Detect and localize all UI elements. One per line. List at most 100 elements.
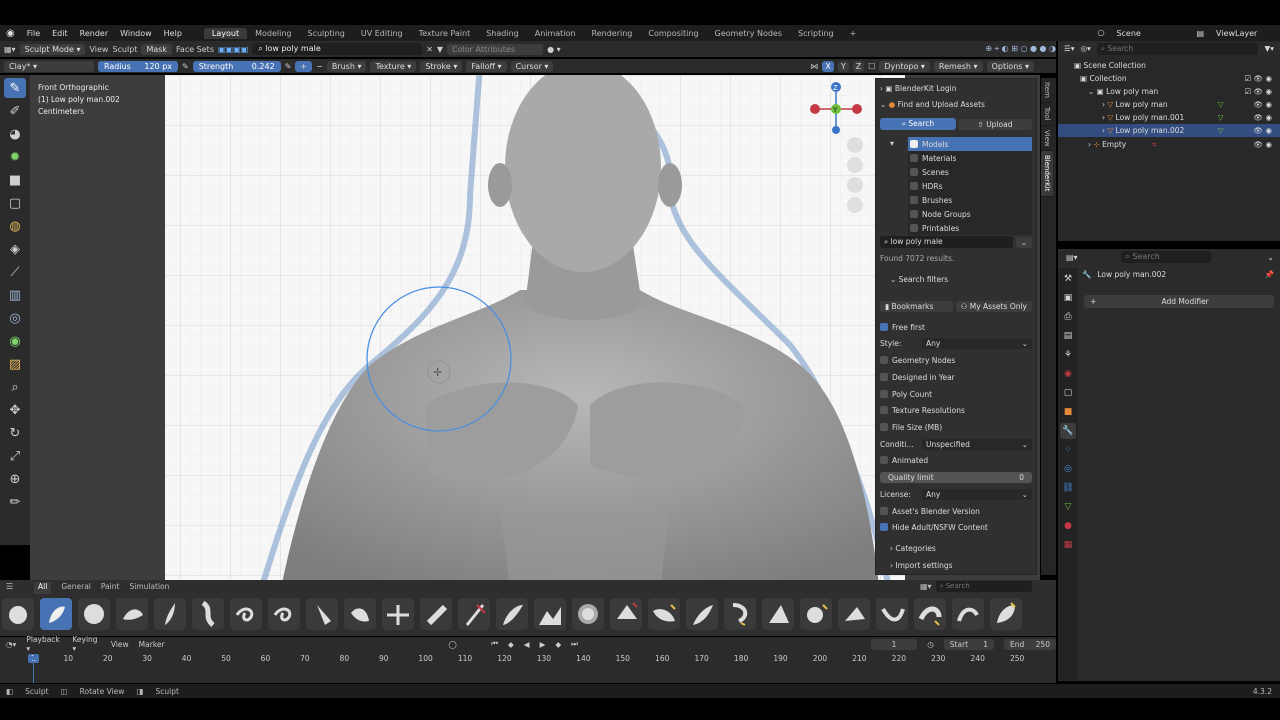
brush-grab-icon[interactable] (382, 598, 414, 630)
brush-clay-strips-icon[interactable] (78, 598, 110, 630)
tab-geometry-nodes[interactable]: Geometry Nodes (707, 28, 790, 39)
hide-box-tool-icon[interactable]: ▢ (4, 193, 26, 213)
file-size-checkbox[interactable]: File Size (MB) (880, 420, 1032, 434)
category-scenes[interactable]: Scenes (908, 165, 1032, 179)
trim-tool-icon[interactable]: ◈ (4, 239, 26, 259)
brush-thumb-icon[interactable] (876, 598, 908, 630)
header-search-input[interactable]: ⌕ low poly male (252, 43, 423, 55)
cloth-filter-tool-icon[interactable]: ◎ (4, 308, 26, 328)
current-frame-field[interactable]: 1 (870, 638, 918, 650)
tab-layout[interactable]: Layout (203, 27, 248, 39)
playhead[interactable] (33, 655, 34, 683)
prev-keyframe-button[interactable]: ◆ (508, 640, 514, 649)
shelf-menu-icon[interactable]: ☰ (0, 582, 13, 591)
import-settings-toggle[interactable]: › Import settings (880, 558, 1032, 572)
data-tab-icon[interactable]: ▽ (1060, 499, 1076, 515)
tab-blenderkit[interactable]: BlenderKit (1041, 151, 1053, 197)
rotate-tool-icon[interactable]: ↻ (4, 423, 26, 443)
outliner-row-collection[interactable]: ▣ Collection ☑ 👁 ◉ (1058, 72, 1280, 85)
play-button[interactable]: ▶ (540, 640, 546, 649)
outliner-row-low-poly-man-group[interactable]: ⌄ ▣ Low poly man ☑ 👁 ◉ (1058, 85, 1280, 98)
gizmo-x-icon[interactable] (852, 104, 862, 114)
properties-editor-icon[interactable]: ▤▾ (1066, 253, 1078, 262)
face-set-tool-icon[interactable]: ◍ (4, 216, 26, 236)
falloff-menu[interactable]: Falloff ▾ (466, 60, 507, 72)
properties-options-icon[interactable]: ⌄ (1267, 253, 1280, 262)
brush-rotate-icon[interactable] (686, 598, 718, 630)
blenderkit-login-row[interactable]: › ▣ BlenderKit Login (880, 81, 1032, 95)
timeline-view-menu[interactable]: View (111, 640, 129, 649)
asset-search-input[interactable]: ⌕ low poly male (880, 236, 1013, 248)
animated-check[interactable] (880, 456, 888, 464)
options-menu[interactable]: Options ▾ (986, 60, 1034, 72)
category-brushes[interactable]: Brushes (908, 193, 1032, 207)
outliner-editor-icon[interactable]: ☰▾ (1064, 44, 1075, 53)
shelf-view-icon[interactable]: ▦▾ (920, 582, 932, 591)
clear-search-icon[interactable]: ✕ (426, 45, 433, 54)
direction-subtract-button[interactable]: − (316, 62, 323, 71)
ortho-toggle-icon[interactable] (847, 197, 863, 213)
brush-nudge-icon[interactable] (572, 598, 604, 630)
outliner-row-scene-collection[interactable]: ▣ Scene Collection (1058, 59, 1280, 72)
texture-menu[interactable]: Texture ▾ (370, 60, 417, 72)
tab-view[interactable]: View (1041, 126, 1053, 152)
designed-year-checkbox[interactable]: Designed in Year (880, 370, 1032, 384)
categories-toggle[interactable]: › Categories (880, 541, 1032, 555)
brush-selector[interactable]: Clay* ▾ (4, 60, 94, 72)
jump-end-button[interactable]: ⏭ (571, 639, 578, 649)
brush-elastic-icon[interactable] (268, 598, 300, 630)
brush-inflate-icon[interactable] (420, 598, 452, 630)
properties-search-input[interactable]: ⌕ Search (1121, 251, 1212, 263)
brush-scrape-icon[interactable] (724, 598, 756, 630)
brush-multiplane-icon[interactable] (534, 598, 566, 630)
tab-scripting[interactable]: Scripting (790, 28, 842, 39)
tab-shading[interactable]: Shading (478, 28, 527, 39)
gizmo-x-neg-icon[interactable] (810, 104, 820, 114)
free-first-check[interactable] (880, 323, 888, 331)
symmetry-icon[interactable]: ⋈ (810, 62, 818, 71)
brush-flatten-icon[interactable] (344, 598, 376, 630)
category-models[interactable]: Models (908, 137, 1032, 151)
add-workspace-button[interactable]: + (842, 28, 865, 39)
brush-slide-relax-icon[interactable] (762, 598, 794, 630)
brush-boundary-icon[interactable] (952, 598, 984, 630)
add-modifier-button[interactable]: + Add Modifier (1084, 295, 1274, 308)
paint-tool-icon[interactable]: ✹ (4, 147, 26, 167)
poly-count-checkbox[interactable]: Poly Count (880, 387, 1032, 401)
zoom-view-icon[interactable] (847, 137, 863, 153)
brush-draw-icon[interactable] (192, 598, 224, 630)
pan-view-icon[interactable] (847, 157, 863, 173)
tab-uv-editing[interactable]: UV Editing (353, 28, 411, 39)
draw-sharp-tool-icon[interactable]: ✐ (4, 101, 26, 121)
menu-view[interactable]: View (89, 45, 108, 54)
render-tab-icon[interactable]: ▣ (1060, 290, 1076, 306)
shelf-search-input[interactable]: ⌕ Search (935, 581, 1032, 592)
shading-dot-icon[interactable]: ● ▾ (547, 45, 561, 54)
modifiers-tab-icon[interactable]: 🔧 (1060, 423, 1076, 439)
material-tab-icon[interactable]: ● (1060, 518, 1076, 534)
geometry-nodes-check[interactable] (880, 356, 888, 364)
category-materials[interactable]: Materials (908, 151, 1032, 165)
menu-edit[interactable]: Edit (46, 29, 74, 38)
brush-clay-thumb-icon[interactable] (116, 598, 148, 630)
mesh-filter-tool-icon[interactable]: ▥ (4, 285, 26, 305)
timeline-editor-icon[interactable]: ◔▾ (6, 640, 16, 649)
poly-count-check[interactable] (880, 390, 888, 398)
visibility-icons[interactable]: 👁 ◉ (1254, 140, 1280, 149)
visibility-icons[interactable]: 👁 ◉ (1224, 100, 1280, 109)
color-attributes-dropdown[interactable]: Color Attributes (447, 43, 544, 55)
pressure-radius-icon[interactable]: ✎ (182, 62, 189, 71)
brush-snake-hook-icon[interactable] (838, 598, 870, 630)
quality-limit-field[interactable]: Quality limit 0 (880, 470, 1032, 484)
tool-tab-icon[interactable]: ⚒ (1060, 271, 1076, 287)
hide-adult-check[interactable] (880, 523, 888, 531)
constraints-tab-icon[interactable]: ⛓ (1060, 480, 1076, 496)
texture-res-check[interactable] (880, 406, 888, 414)
designed-year-check[interactable] (880, 373, 888, 381)
filter-icon[interactable]: ▼ (437, 45, 443, 54)
geometry-nodes-checkbox[interactable]: Geometry Nodes (880, 353, 1032, 367)
brush-smooth-icon[interactable] (800, 598, 832, 630)
bookmarks-button[interactable]: ▮ Bookmarks (880, 300, 953, 312)
stroke-menu[interactable]: Stroke ▾ (420, 60, 463, 72)
tab-item[interactable]: Item (1041, 78, 1053, 103)
